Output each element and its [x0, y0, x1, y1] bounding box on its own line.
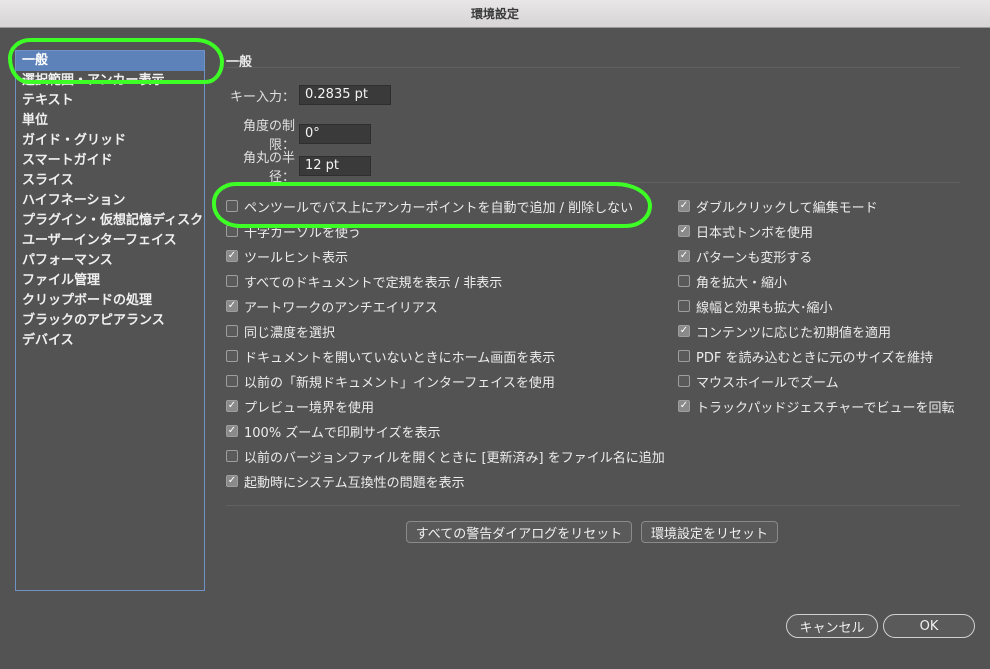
- sidebar-item-hyphenation[interactable]: ハイフネーション: [16, 191, 204, 211]
- checkbox-unchecked-icon[interactable]: [226, 275, 238, 287]
- checkbox-checked-icon[interactable]: ✓: [678, 400, 690, 412]
- sidebar-item-selection-anchor[interactable]: 選択範囲・アンカー表示: [16, 71, 204, 91]
- checkbox-checked-icon[interactable]: ✓: [678, 225, 690, 237]
- option-label: すべてのドキュメントで定規を表示 / 非表示: [244, 275, 503, 291]
- sidebar-item-file-handling[interactable]: ファイル管理: [16, 271, 204, 291]
- key-input-field[interactable]: 0.2835 pt: [299, 85, 391, 105]
- option-label: ツールヒント表示: [244, 250, 349, 266]
- right-option-7[interactable]: マウスホイールでズーム: [678, 371, 839, 391]
- preferences-window: 環境設定 一般 選択範囲・アンカー表示 テキスト 単位 ガイド・グリッド スマー…: [0, 0, 990, 669]
- sidebar-item-guides-grid[interactable]: ガイド・グリッド: [16, 131, 204, 151]
- checkbox-checked-icon[interactable]: ✓: [678, 325, 690, 337]
- ok-button[interactable]: OK: [883, 614, 975, 638]
- left-option-9[interactable]: ✓ 100% ズームで印刷サイズを表示: [226, 421, 441, 441]
- left-option-5[interactable]: 同じ濃度を選択: [226, 321, 335, 341]
- option-label: ペンツールでパス上にアンカーポイントを自動で追加 / 削除しない: [244, 200, 634, 216]
- checkbox-unchecked-icon[interactable]: [226, 350, 238, 362]
- option-label: マウスホイールでズーム: [696, 375, 839, 391]
- checkbox-checked-icon[interactable]: ✓: [678, 200, 690, 212]
- checkbox-unchecked-icon[interactable]: [226, 325, 238, 337]
- option-label: 以前の「新規ドキュメント」インターフェイスを使用: [244, 375, 555, 391]
- checkbox-unchecked-icon[interactable]: [678, 375, 690, 387]
- left-option-1[interactable]: 十字カーソルを使う: [226, 221, 361, 241]
- checkbox-checked-icon[interactable]: ✓: [226, 475, 238, 487]
- option-label: 起動時にシステム互換性の問題を表示: [244, 475, 465, 491]
- checkbox-checked-icon[interactable]: ✓: [226, 425, 238, 437]
- checkbox-unchecked-icon[interactable]: [678, 300, 690, 312]
- left-option-11[interactable]: ✓ 起動時にシステム互換性の問題を表示: [226, 471, 465, 491]
- reset-preferences-button[interactable]: 環境設定をリセット: [641, 521, 778, 543]
- sidebar-item-type[interactable]: テキスト: [16, 91, 204, 111]
- corner-radius-field[interactable]: 12 pt: [299, 156, 371, 176]
- checkbox-checked-icon[interactable]: ✓: [226, 400, 238, 412]
- left-option-6[interactable]: ドキュメントを開いていないときにホーム画面を表示: [226, 346, 555, 366]
- checkbox-unchecked-icon[interactable]: [226, 450, 238, 462]
- option-label: ドキュメントを開いていないときにホーム画面を表示: [244, 350, 556, 366]
- checkbox-unchecked-icon[interactable]: [226, 200, 238, 212]
- left-option-2[interactable]: ✓ ツールヒント表示: [226, 246, 348, 266]
- right-option-2[interactable]: ✓ パターンも変形する: [678, 246, 812, 266]
- reset-warnings-button[interactable]: すべての警告ダイアログをリセット: [406, 521, 632, 543]
- option-label: 日本式トンボを使用: [696, 225, 814, 241]
- right-option-1[interactable]: ✓ 日本式トンボを使用: [678, 221, 813, 241]
- right-option-8[interactable]: ✓ トラックパッドジェスチャーでビューを回転: [678, 396, 954, 416]
- angle-limit-field[interactable]: 0°: [299, 124, 371, 144]
- right-option-4[interactable]: 線幅と効果も拡大･縮小: [678, 296, 833, 316]
- left-option-3[interactable]: すべてのドキュメントで定規を表示 / 非表示: [226, 271, 502, 291]
- cancel-button[interactable]: キャンセル: [786, 614, 878, 638]
- options-divider: [226, 182, 960, 183]
- option-label: 100% ズームで印刷サイズを表示: [244, 425, 441, 441]
- sidebar-item-performance[interactable]: パフォーマンス: [16, 251, 204, 271]
- sidebar-item-units[interactable]: 単位: [16, 111, 204, 131]
- window-title: 環境設定: [0, 0, 990, 28]
- right-option-5[interactable]: ✓ コンテンツに応じた初期値を適用: [678, 321, 891, 341]
- option-label: 十字カーソルを使う: [244, 225, 362, 241]
- key-input-row: キー入力： 0.2835 pt: [222, 85, 391, 105]
- left-option-7[interactable]: 以前の「新規ドキュメント」インターフェイスを使用: [226, 371, 555, 391]
- sidebar-item-devices[interactable]: デバイス: [16, 331, 204, 351]
- sidebar-item-slices[interactable]: スライス: [16, 171, 204, 191]
- sidebar-item-plugins-scratch-disks[interactable]: プラグイン・仮想記憶ディスク: [16, 211, 204, 231]
- checkbox-unchecked-icon[interactable]: [678, 275, 690, 287]
- checkbox-unchecked-icon[interactable]: [678, 350, 690, 362]
- option-label: 線幅と効果も拡大･縮小: [696, 300, 833, 316]
- sidebar-item-smart-guides[interactable]: スマートガイド: [16, 151, 204, 171]
- preferences-sidebar: 一般 選択範囲・アンカー表示 テキスト 単位 ガイド・グリッド スマートガイド …: [15, 50, 205, 591]
- section-divider: [226, 67, 960, 68]
- bottom-divider: [226, 505, 960, 506]
- sidebar-item-user-interface[interactable]: ユーザーインターフェイス: [16, 231, 204, 251]
- checkbox-checked-icon[interactable]: ✓: [678, 250, 690, 262]
- option-label: 同じ濃度を選択: [244, 325, 336, 341]
- checkbox-unchecked-icon[interactable]: [226, 225, 238, 237]
- checkbox-checked-icon[interactable]: ✓: [226, 300, 238, 312]
- left-option-4[interactable]: ✓ アートワークのアンチエイリアス: [226, 296, 438, 316]
- checkbox-unchecked-icon[interactable]: [226, 375, 238, 387]
- sidebar-item-appearance-of-black[interactable]: ブラックのアピアランス: [16, 311, 204, 331]
- option-label: 以前のバージョンファイルを開くときに [更新済み] をファイル名に追加: [244, 450, 665, 466]
- sidebar-item-general[interactable]: 一般: [16, 51, 204, 71]
- left-option-8[interactable]: ✓ プレビュー境界を使用: [226, 396, 374, 416]
- option-label: パターンも変形する: [696, 250, 813, 266]
- option-label: トラックパッドジェスチャーでビューを回転: [696, 400, 955, 416]
- right-option-0[interactable]: ✓ ダブルクリックして編集モード: [678, 196, 878, 216]
- sidebar-item-clipboard[interactable]: クリップボードの処理: [16, 291, 204, 311]
- checkbox-checked-icon[interactable]: ✓: [226, 250, 238, 262]
- option-label: コンテンツに応じた初期値を適用: [696, 325, 892, 341]
- option-label: PDF を読み込むときに元のサイズを維持: [696, 350, 934, 366]
- right-option-6[interactable]: PDF を読み込むときに元のサイズを維持: [678, 346, 933, 366]
- option-label: ダブルクリックして編集モード: [696, 200, 878, 216]
- left-option-10[interactable]: 以前のバージョンファイルを開くときに [更新済み] をファイル名に追加: [226, 446, 665, 466]
- corner-radius-label: 角丸の半径：: [242, 151, 295, 185]
- option-label: アートワークのアンチエイリアス: [244, 300, 438, 316]
- left-option-0[interactable]: ペンツールでパス上にアンカーポイントを自動で追加 / 削除しない: [226, 196, 633, 216]
- option-label: プレビュー境界を使用: [244, 400, 375, 416]
- corner-radius-row: 角丸の半径： 12 pt: [222, 147, 371, 185]
- key-input-label: キー入力：: [229, 89, 295, 105]
- right-option-3[interactable]: 角を拡大・縮小: [678, 271, 787, 291]
- option-label: 角を拡大・縮小: [696, 275, 788, 291]
